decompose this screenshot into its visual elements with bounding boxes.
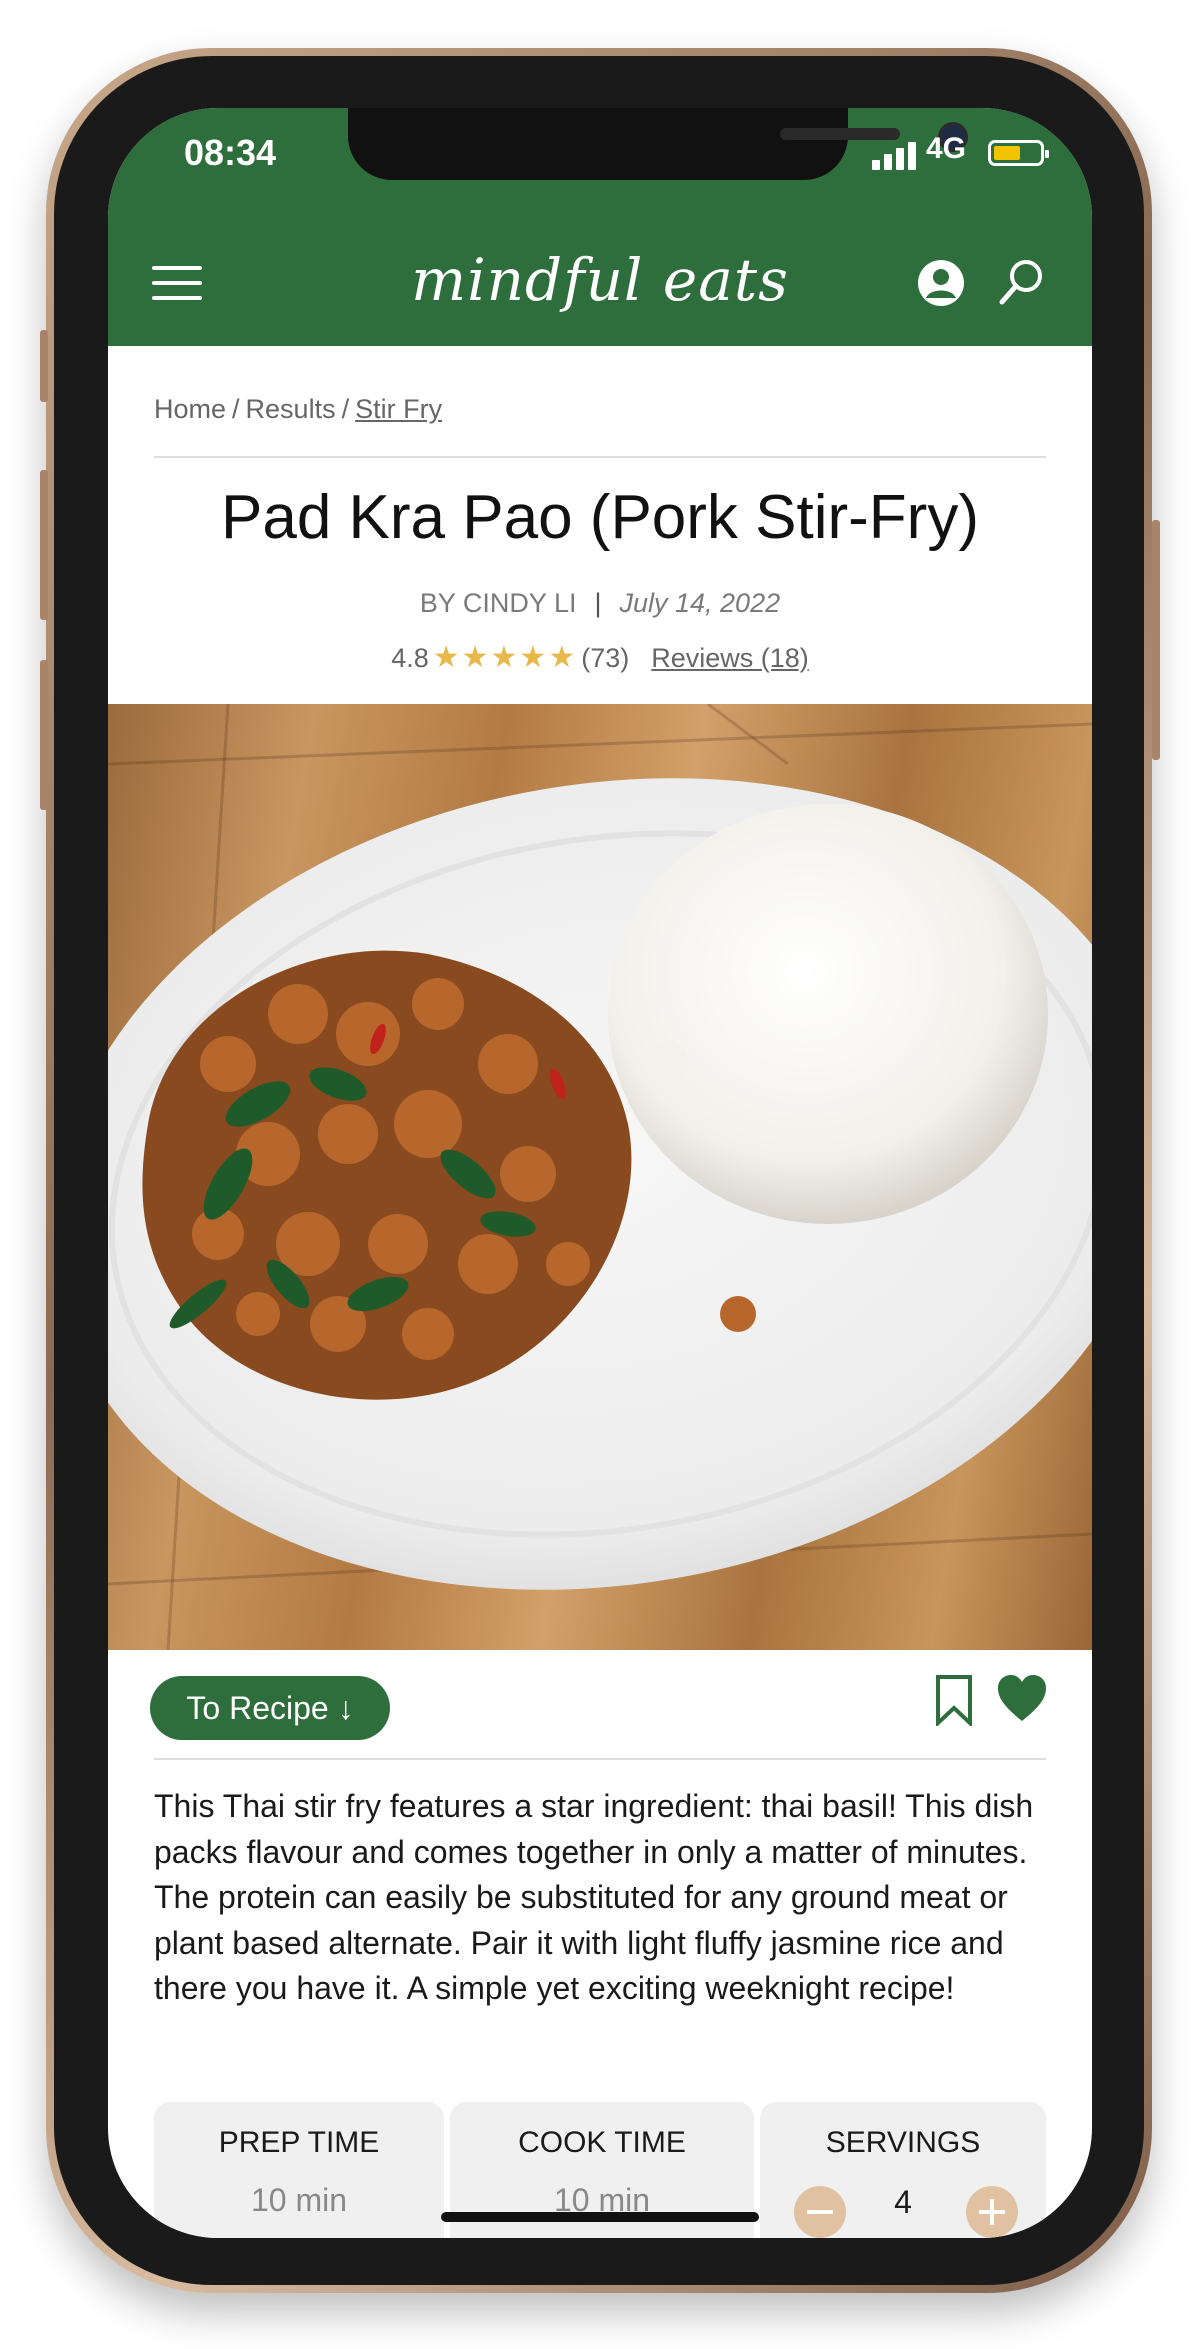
home-indicator[interactable] [441,2212,759,2222]
breadcrumb-separator: / [232,394,240,424]
rating-row: 4.8 ★★★★★ (73) Reviews (18) [108,640,1092,675]
rating-count: (73) [581,643,630,673]
recipe-title: Pad Kra Pao (Pork Stir-Fry) [221,483,979,552]
heart-icon[interactable] [996,1674,1048,1724]
cook-time-label: COOK TIME [518,2126,686,2159]
increase-servings-button[interactable] [966,2186,1018,2238]
breadcrumb: Home / Results / Stir Fry [154,394,442,425]
search-icon[interactable] [996,256,1048,308]
battery-icon [988,140,1049,166]
meta-separator: | [594,588,602,618]
prep-time-value: 10 min [250,2182,348,2218]
breadcrumb-separator: / [341,394,350,424]
prep-time-label: PREP TIME [218,2126,380,2159]
signal-icon [872,142,916,170]
decrease-servings-button[interactable] [794,2186,846,2238]
app-header: 08:34 4G mindful eats [108,108,1092,346]
recipe-hero-image [108,704,1092,1650]
user-account-icon[interactable] [916,258,966,308]
recipe-author[interactable]: BY CINDY LI [420,588,577,618]
notch [348,108,968,180]
servings-card: SERVINGS 4 [760,2102,1046,2238]
reviews-link[interactable]: Reviews (18) [651,643,809,673]
star-rating-icon: ★★★★★ [432,641,578,674]
bookmark-icon[interactable] [934,1674,974,1726]
screen: 08:34 4G mindful eats Home / Results / S… [108,108,1092,2238]
breadcrumb-home[interactable]: Home [154,394,226,424]
network-type: 4G [926,132,967,165]
volume-down-button [40,660,48,810]
servings-label: SERVINGS [825,2126,981,2159]
speaker [780,128,900,140]
power-button [1152,520,1160,760]
to-recipe-button[interactable]: To Recipe ↓ [150,1676,390,1740]
rating-value: 4.8 [391,643,429,673]
recipe-meta: BY CINDY LI | July 14, 2022 [108,588,1092,619]
breadcrumb-results[interactable]: Results [246,394,336,424]
recipe-date: July 14, 2022 [619,588,781,618]
breadcrumb-current[interactable]: Stir Fry [355,394,442,424]
food-photo [108,704,1092,1650]
divider [154,1758,1046,1760]
mute-switch [40,330,48,402]
recipe-description: This Thai stir fry features a star ingre… [154,1788,1034,2006]
status-time: 08:34 [184,132,277,173]
prep-time-card: PREP TIME 10 min [154,2102,444,2238]
divider [154,456,1046,458]
volume-up-button [40,470,48,620]
